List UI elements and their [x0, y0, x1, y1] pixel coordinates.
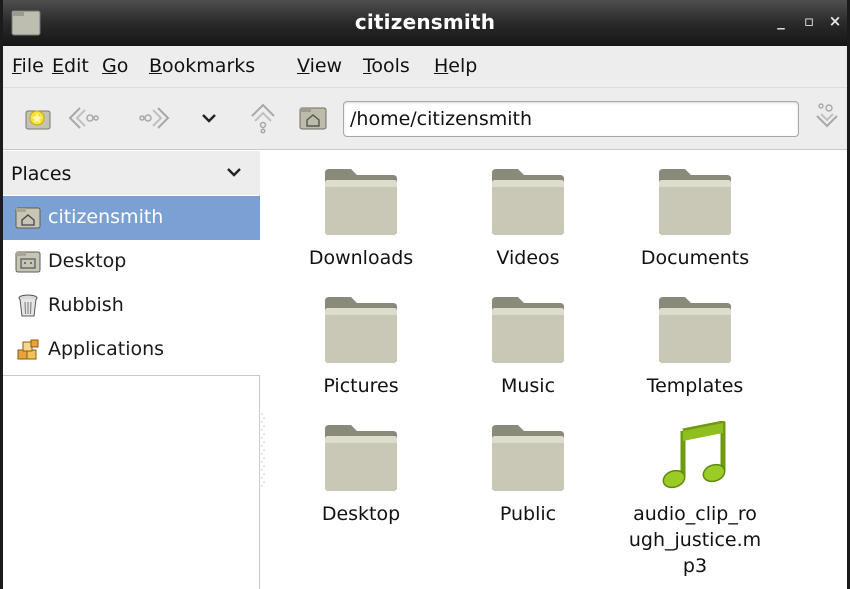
file-label: Documents [640, 247, 750, 269]
toolbar [3, 88, 847, 150]
up-button[interactable] [247, 102, 279, 134]
home-icon [299, 107, 327, 130]
menu-bookmarks-accel: B [149, 55, 163, 77]
file-label: Downloads [308, 247, 414, 269]
sidebar-item-desktop[interactable]: Desktop [3, 240, 260, 284]
folder-icon [659, 169, 731, 235]
sidebar-item-citizensmith[interactable]: citizensmith [3, 196, 260, 240]
trash-icon [18, 294, 38, 317]
menu-bookmarks-label: ookmarks [162, 55, 256, 77]
menu-view-label: iew [309, 55, 343, 77]
folder-icon [659, 297, 731, 363]
file-label: audio_clip_ro ugh_justice.m p3 [628, 503, 762, 577]
menu-go[interactable]: Go [102, 55, 128, 77]
sidebar-item-rubbish[interactable]: Rubbish [3, 284, 260, 328]
desktop-folder-icon [15, 251, 41, 273]
file-item-templates[interactable]: Templates [610, 293, 780, 399]
go-icon [816, 103, 838, 128]
menu-go-accel: G [102, 55, 117, 77]
file-item-documents[interactable]: Documents [610, 165, 780, 271]
file-label: Videos [496, 247, 560, 269]
sidebar: Places citizensmith Desktop Rubbish Appl… [3, 151, 260, 589]
menu-tools-label: ools [371, 55, 410, 77]
up-icon [251, 103, 275, 134]
window-title: citizensmith [354, 10, 496, 34]
applications-icon [17, 339, 39, 360]
file-item-downloads[interactable]: Downloads [276, 165, 446, 271]
close-button[interactable]: × [827, 12, 843, 30]
file-grid: Downloads Videos Documents Pictures Musi… [266, 151, 847, 589]
file-label: Pictures [323, 375, 399, 397]
back-button[interactable] [67, 102, 99, 134]
title-bar[interactable]: citizensmith _ ▫ × [3, 0, 847, 46]
file-item-pictures[interactable]: Pictures [276, 293, 446, 399]
file-manager-window: citizensmith _ ▫ × File Edit Go Bookmark… [0, 0, 850, 589]
back-icon [68, 107, 99, 129]
menu-go-label: o [116, 55, 129, 77]
menu-view-accel: V [297, 55, 310, 77]
menu-bookmarks[interactable]: Bookmarks [149, 55, 255, 77]
folder-icon [325, 297, 397, 363]
new-tab-button[interactable] [23, 102, 55, 134]
sidebar-header-label: Places [11, 163, 72, 185]
menu-bar: File Edit Go Bookmarks View Tools Help [3, 46, 847, 88]
menu-help[interactable]: Help [434, 55, 477, 77]
menu-tools[interactable]: Tools [363, 55, 410, 77]
menu-file-accel: F [12, 55, 22, 77]
folder-icon [492, 297, 564, 363]
forward-icon [139, 107, 170, 129]
menu-edit-accel: E [52, 55, 65, 77]
file-item-desktop[interactable]: Desktop [276, 421, 446, 527]
sidebar-item-label: Applications [48, 338, 165, 360]
home-folder-icon [15, 207, 41, 229]
location-input[interactable] [344, 102, 798, 136]
location-bar[interactable] [343, 101, 799, 137]
sidebar-item-label: citizensmith [48, 206, 164, 228]
sidebar-header[interactable]: Places [3, 151, 260, 195]
folder-icon [492, 425, 564, 491]
file-item-videos[interactable]: Videos [443, 165, 613, 271]
menu-view[interactable]: View [297, 55, 342, 77]
folder-icon [492, 169, 564, 235]
file-label: Desktop [321, 503, 401, 525]
file-item-public[interactable]: Public [443, 421, 613, 527]
menu-help-label: elp [448, 55, 478, 77]
home-button[interactable] [297, 102, 329, 134]
menu-file[interactable]: File [12, 55, 44, 77]
places-list: citizensmith Desktop Rubbish Application… [3, 196, 260, 376]
sidebar-item-applications[interactable]: Applications [3, 328, 260, 372]
new-tab-icon [25, 110, 51, 130]
maximize-button[interactable]: ▫ [801, 12, 817, 30]
chevron-down-icon[interactable] [225, 163, 243, 181]
music-note-icon [662, 421, 726, 489]
go-button[interactable] [811, 102, 843, 134]
file-label: Public [499, 503, 557, 525]
history-dropdown-button[interactable] [193, 102, 225, 134]
forward-button[interactable] [139, 102, 171, 134]
file-item-audio-clip[interactable]: audio_clip_ro ugh_justice.m p3 [610, 421, 780, 579]
chevron-down-icon [202, 114, 216, 123]
sidebar-item-label: Desktop [48, 250, 127, 272]
menu-help-accel: H [434, 55, 449, 77]
file-label: Music [500, 375, 556, 397]
menu-file-label: ile [21, 55, 44, 77]
folder-icon [325, 425, 397, 491]
file-label: Templates [646, 375, 744, 397]
menu-edit[interactable]: Edit [52, 55, 89, 77]
sidebar-item-label: Rubbish [48, 294, 124, 316]
folder-icon [325, 169, 397, 235]
minimize-button[interactable]: _ [773, 12, 789, 30]
file-item-music[interactable]: Music [443, 293, 613, 399]
menu-edit-label: dit [64, 55, 89, 77]
